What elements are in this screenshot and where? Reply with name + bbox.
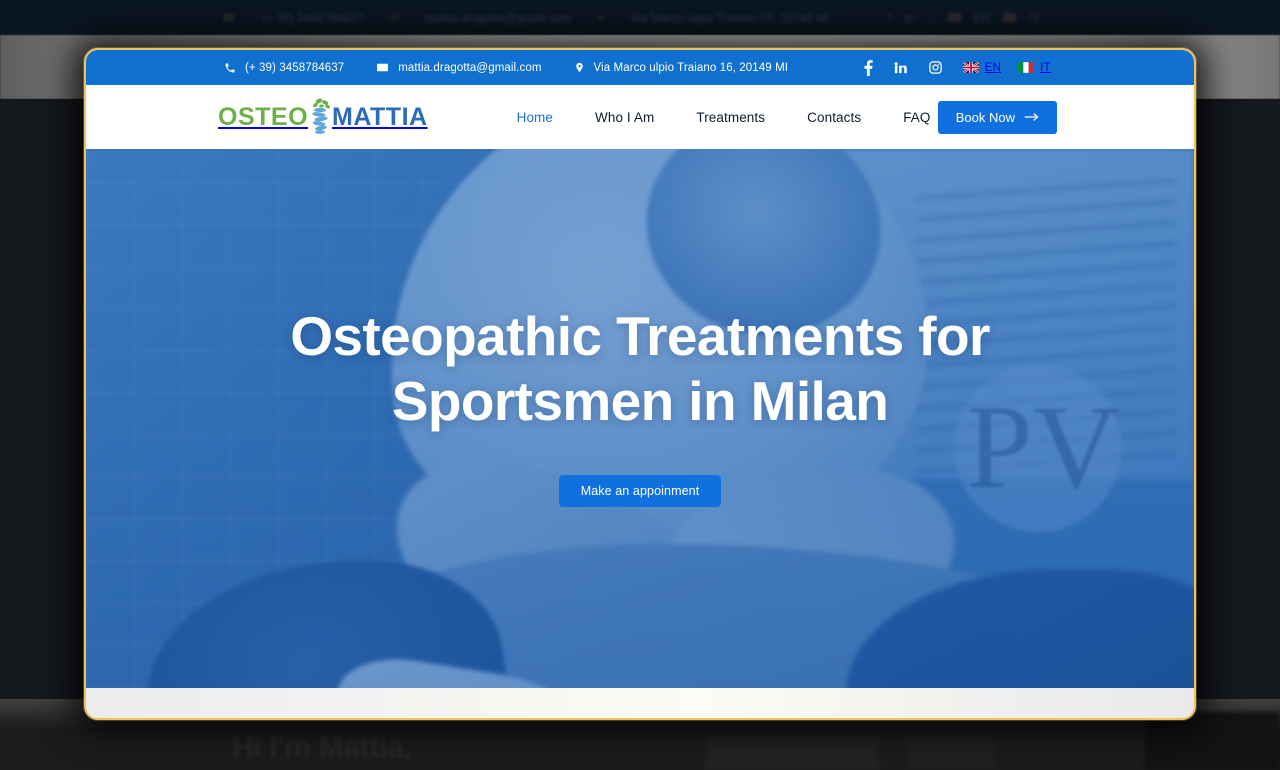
background-block-c	[1145, 712, 1280, 770]
facebook-icon	[864, 59, 873, 76]
italy-flag-icon	[1018, 62, 1035, 73]
topbar-address-text: Via Marco ulpio Traiano 16, 20149 MI	[593, 61, 789, 74]
background-email-text: mattia.dragotta@gmail.com	[424, 10, 572, 25]
background-heading-hi-im-mattia: Hi I'm Mattia,	[232, 731, 412, 764]
background-envelope-icon: ✉	[389, 12, 399, 24]
hero-title-line-2: Sportsmen in Milan	[391, 369, 889, 432]
site-logo[interactable]: OSTEO MATTIA	[218, 97, 428, 137]
section-below-hero-bg	[86, 688, 1194, 718]
nav-item-treatments[interactable]: Treatments	[675, 110, 786, 125]
facebook-link[interactable]	[864, 59, 873, 76]
background-social-group: f in □ EN IT	[889, 11, 1040, 25]
language-label-it: IT	[1040, 61, 1051, 74]
background-italy-flag-icon	[1003, 13, 1017, 22]
topbar-email[interactable]: mattia.dragotta@gmail.com	[376, 61, 541, 74]
instagram-icon	[928, 61, 942, 74]
uk-flag-icon	[962, 62, 979, 73]
location-pin-icon	[575, 62, 583, 73]
background-instagram-icon: □	[927, 10, 935, 25]
background-topbar: ☎ (+ 39) 3458784637 ✉ mattia.dragotta@gm…	[0, 0, 1280, 35]
background-location-pin-icon: ●	[597, 11, 605, 24]
topbar-address[interactable]: Via Marco ulpio Traiano 16, 20149 MI	[574, 61, 789, 74]
book-now-button[interactable]: Book Now	[937, 100, 1057, 134]
logo-text-osteo: OSTEO	[218, 102, 309, 131]
background-block-b	[905, 735, 995, 770]
linkedin-link[interactable]	[893, 60, 908, 75]
topbar-phone-text: (+ 39) 3458784637	[245, 61, 345, 74]
background-linkedin-icon: in	[905, 10, 915, 25]
nav-item-who-i-am[interactable]: Who I Am	[574, 110, 675, 125]
hero-title: Osteopathic Treatments for Sportsmen in …	[290, 304, 990, 433]
linkedin-icon	[894, 62, 907, 74]
phone-icon	[225, 63, 235, 72]
topbar-phone[interactable]: (+ 39) 3458784637	[224, 62, 344, 74]
background-uk-flag-icon	[947, 13, 961, 22]
language-label-en: EN	[984, 61, 1002, 74]
instagram-link[interactable]	[928, 60, 943, 75]
background-phone-text: (+ 39) 3458784637	[261, 10, 364, 25]
background-facebook-icon: f	[888, 10, 893, 25]
envelope-icon	[377, 63, 389, 72]
nav-item-contacts[interactable]: Contacts	[786, 110, 882, 125]
background-lang-it: IT	[1029, 10, 1040, 25]
background-block-a	[705, 735, 880, 770]
background-lang-en: EN	[973, 10, 991, 25]
language-switcher-en[interactable]: EN	[962, 61, 1002, 74]
main-navbar: OSTEO MATTIA Home Who I Am Treatments Co…	[86, 85, 1194, 149]
hero-section: PV Osteopathic Treatments for Sportsmen …	[86, 149, 1194, 688]
highlighted-region: (+ 39) 3458784637 mattia.dragotta@gmail.…	[84, 48, 1196, 720]
section-below-hero	[86, 688, 1194, 718]
nav-item-home[interactable]: Home	[496, 110, 574, 125]
make-an-appointment-button[interactable]: Make an appoinment	[558, 474, 722, 507]
background-address-text: Via Marco ulpio Traiano 16, 20149 MI	[630, 10, 830, 25]
book-now-label: Book Now	[955, 109, 1015, 125]
language-switcher-it[interactable]: IT	[1018, 62, 1051, 74]
topbar-email-text: mattia.dragotta@gmail.com	[398, 61, 542, 74]
arrow-right-icon	[1024, 113, 1039, 121]
logo-text-mattia: MATTIA	[332, 102, 428, 131]
background-phone-icon: ☎	[222, 12, 236, 24]
contact-topbar: (+ 39) 3458784637 mattia.dragotta@gmail.…	[86, 50, 1194, 85]
hero-title-line-1: Osteopathic Treatments for	[290, 305, 990, 368]
spine-plant-logo-icon	[305, 97, 335, 137]
